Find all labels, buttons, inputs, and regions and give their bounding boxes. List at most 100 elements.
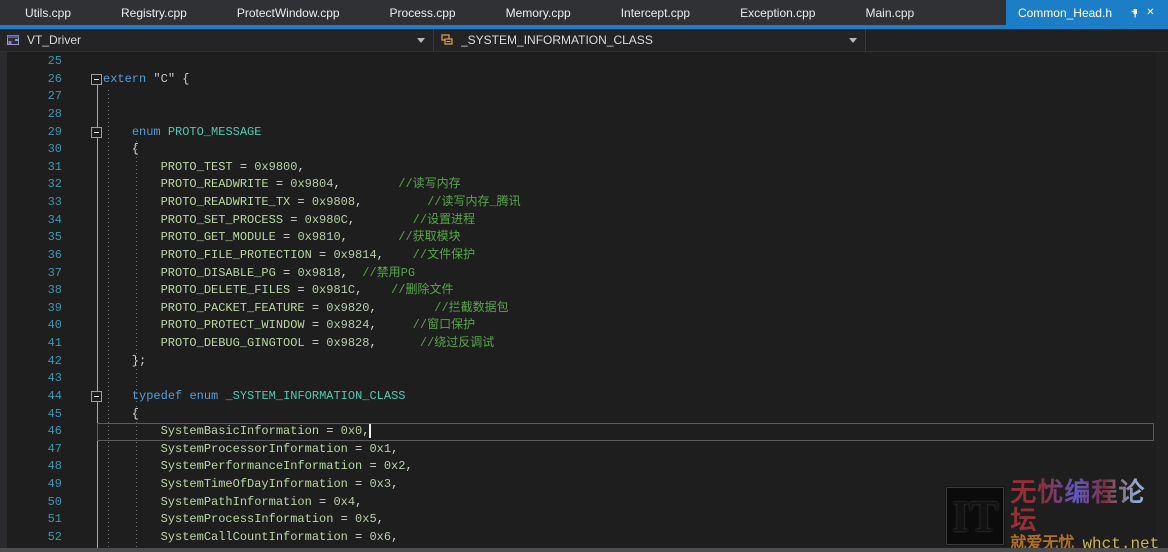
- line-number: 29: [0, 124, 62, 142]
- code-line-37[interactable]: 37 PROTO_DISABLE_PG = 0x9818, //禁用PG: [0, 265, 1168, 283]
- code-line-47[interactable]: 47 SystemProcessorInformation = 0x1,: [0, 441, 1168, 459]
- code-line-35[interactable]: 35 PROTO_GET_MODULE = 0x9810, //获取模块: [0, 229, 1168, 247]
- code-line-34[interactable]: 34 PROTO_SET_PROCESS = 0x980C, //设置进程: [0, 212, 1168, 230]
- line-number: 49: [0, 476, 62, 494]
- tab-label: ProtectWindow.cpp: [237, 6, 340, 20]
- code-text[interactable]: PROTO_DEBUG_GINGTOOL = 0x9828, //绕过反调试: [103, 335, 1168, 353]
- code-editor-area[interactable]: 2526extern "C" {272829 enum PROTO_MESSAG…: [0, 52, 1168, 552]
- code-text[interactable]: SystemPerformanceInformation = 0x2,: [103, 458, 1168, 476]
- code-line-42[interactable]: 42 };: [0, 353, 1168, 371]
- code-text[interactable]: PROTO_DISABLE_PG = 0x9818, //禁用PG: [103, 265, 1168, 283]
- fold-margin: [62, 282, 103, 300]
- fold-margin: [62, 141, 103, 159]
- line-number: 45: [0, 406, 62, 424]
- code-line-32[interactable]: 32 PROTO_READWRITE = 0x9804, //读写内存: [0, 176, 1168, 194]
- it-logo: IT: [946, 487, 1004, 545]
- tab-label: Exception.cpp: [740, 6, 815, 20]
- code-text[interactable]: PROTO_READWRITE_TX = 0x9808, //读写内存_腾讯: [103, 194, 1168, 212]
- line-number: 50: [0, 494, 62, 512]
- close-icon[interactable]: ✕: [1143, 5, 1158, 20]
- code-line-36[interactable]: 36 PROTO_FILE_PROTECTION = 0x9814, //文件保…: [0, 247, 1168, 265]
- code-text[interactable]: extern "C" {: [103, 71, 1168, 89]
- line-number: 28: [0, 106, 62, 124]
- code-text[interactable]: {: [103, 406, 1168, 424]
- fold-margin: [62, 247, 103, 265]
- code-text[interactable]: typedef enum _SYSTEM_INFORMATION_CLASS: [103, 388, 1168, 406]
- line-number: 52: [0, 529, 62, 547]
- line-number: 31: [0, 159, 62, 177]
- collapse-minus-icon[interactable]: [91, 127, 102, 138]
- code-line-38[interactable]: 38 PROTO_DELETE_FILES = 0x981C, //删除文件: [0, 282, 1168, 300]
- tab-memory-cpp[interactable]: Memory.cpp: [481, 0, 596, 25]
- code-line-27[interactable]: 27: [0, 88, 1168, 106]
- fold-margin: [62, 71, 103, 89]
- code-line-45[interactable]: 45 {: [0, 406, 1168, 424]
- code-line-43[interactable]: 43: [0, 370, 1168, 388]
- code-line-48[interactable]: 48 SystemPerformanceInformation = 0x2,: [0, 458, 1168, 476]
- navigation-bar: VT_Driver _SYSTEM_INFORMATION_CLASS: [0, 29, 1168, 52]
- code-text[interactable]: PROTO_FILE_PROTECTION = 0x9814, //文件保护: [103, 247, 1168, 265]
- collapse-minus-icon[interactable]: [91, 391, 102, 402]
- code-line-26[interactable]: 26extern "C" {: [0, 71, 1168, 89]
- code-text[interactable]: PROTO_READWRITE = 0x9804, //读写内存: [103, 176, 1168, 194]
- project-dropdown-value: VT_Driver: [27, 33, 81, 47]
- fold-margin: [62, 212, 103, 230]
- tab-exception-cpp[interactable]: Exception.cpp: [715, 0, 840, 25]
- line-number: 37: [0, 265, 62, 283]
- tab-protectwindow-cpp[interactable]: ProtectWindow.cpp: [212, 0, 365, 25]
- code-text[interactable]: SystemProcessorInformation = 0x1,: [103, 441, 1168, 459]
- vertical-scrollbar[interactable]: [1156, 52, 1168, 548]
- project-icon: [6, 33, 20, 47]
- code-text[interactable]: PROTO_PROTECT_WINDOW = 0x9824, //窗口保护: [103, 317, 1168, 335]
- tab-common-head-h[interactable]: Common_Head.h ✕: [1006, 0, 1168, 25]
- code-text[interactable]: {: [103, 141, 1168, 159]
- fold-margin: [62, 476, 103, 494]
- fold-margin: [62, 406, 103, 424]
- code-line-33[interactable]: 33 PROTO_READWRITE_TX = 0x9808, //读写内存_腾…: [0, 194, 1168, 212]
- code-text[interactable]: PROTO_TEST = 0x9800,: [103, 159, 1168, 177]
- code-text[interactable]: SystemBasicInformation = 0x0,: [103, 423, 1168, 441]
- code-line-44[interactable]: 44 typedef enum _SYSTEM_INFORMATION_CLAS…: [0, 388, 1168, 406]
- project-scope-dropdown[interactable]: VT_Driver: [0, 29, 434, 51]
- line-number: 32: [0, 176, 62, 194]
- code-text[interactable]: PROTO_DELETE_FILES = 0x981C, //删除文件: [103, 282, 1168, 300]
- pin-icon[interactable]: [1125, 5, 1140, 20]
- code-line-25[interactable]: 25: [0, 53, 1168, 71]
- code-text[interactable]: PROTO_GET_MODULE = 0x9810, //获取模块: [103, 229, 1168, 247]
- code-line-29[interactable]: 29 enum PROTO_MESSAGE: [0, 124, 1168, 142]
- code-line-39[interactable]: 39 PROTO_PACKET_FEATURE = 0x9820, //拦截数据…: [0, 300, 1168, 318]
- tab-utils-cpp[interactable]: Utils.cpp: [0, 0, 96, 25]
- tab-label: Process.cpp: [390, 6, 456, 20]
- fold-margin: [62, 511, 103, 529]
- code-text[interactable]: enum PROTO_MESSAGE: [103, 124, 1168, 142]
- fold-margin: [62, 335, 103, 353]
- line-number: 51: [0, 511, 62, 529]
- line-number: 41: [0, 335, 62, 353]
- fold-margin: [62, 494, 103, 512]
- tab-process-cpp[interactable]: Process.cpp: [365, 0, 481, 25]
- tab-intercept-cpp[interactable]: Intercept.cpp: [596, 0, 715, 25]
- tab-label: Utils.cpp: [25, 6, 71, 20]
- tab-registry-cpp[interactable]: Registry.cpp: [96, 0, 212, 25]
- code-text[interactable]: PROTO_SET_PROCESS = 0x980C, //设置进程: [103, 212, 1168, 230]
- collapse-minus-icon[interactable]: [91, 74, 102, 85]
- code-text[interactable]: PROTO_PACKET_FEATURE = 0x9820, //拦截数据包: [103, 300, 1168, 318]
- code-line-46[interactable]: 46 SystemBasicInformation = 0x0,: [0, 423, 1168, 441]
- horizontal-scrollbar[interactable]: [0, 548, 1168, 552]
- code-line-30[interactable]: 30 {: [0, 141, 1168, 159]
- code-text[interactable]: };: [103, 353, 1168, 371]
- code-line-41[interactable]: 41 PROTO_DEBUG_GINGTOOL = 0x9828, //绕过反调…: [0, 335, 1168, 353]
- line-number: 40: [0, 317, 62, 335]
- line-number: 38: [0, 282, 62, 300]
- member-scope-dropdown[interactable]: _SYSTEM_INFORMATION_CLASS: [434, 29, 866, 51]
- line-number: 44: [0, 388, 62, 406]
- fold-margin: [62, 124, 103, 142]
- fold-margin: [62, 106, 103, 124]
- code-line-31[interactable]: 31 PROTO_TEST = 0x9800,: [0, 159, 1168, 177]
- code-line-28[interactable]: 28: [0, 106, 1168, 124]
- tab-main-cpp[interactable]: Main.cpp: [840, 0, 939, 25]
- code-line-40[interactable]: 40 PROTO_PROTECT_WINDOW = 0x9824, //窗口保护: [0, 317, 1168, 335]
- line-number: 39: [0, 300, 62, 318]
- fold-margin: [62, 265, 103, 283]
- fold-margin: [62, 441, 103, 459]
